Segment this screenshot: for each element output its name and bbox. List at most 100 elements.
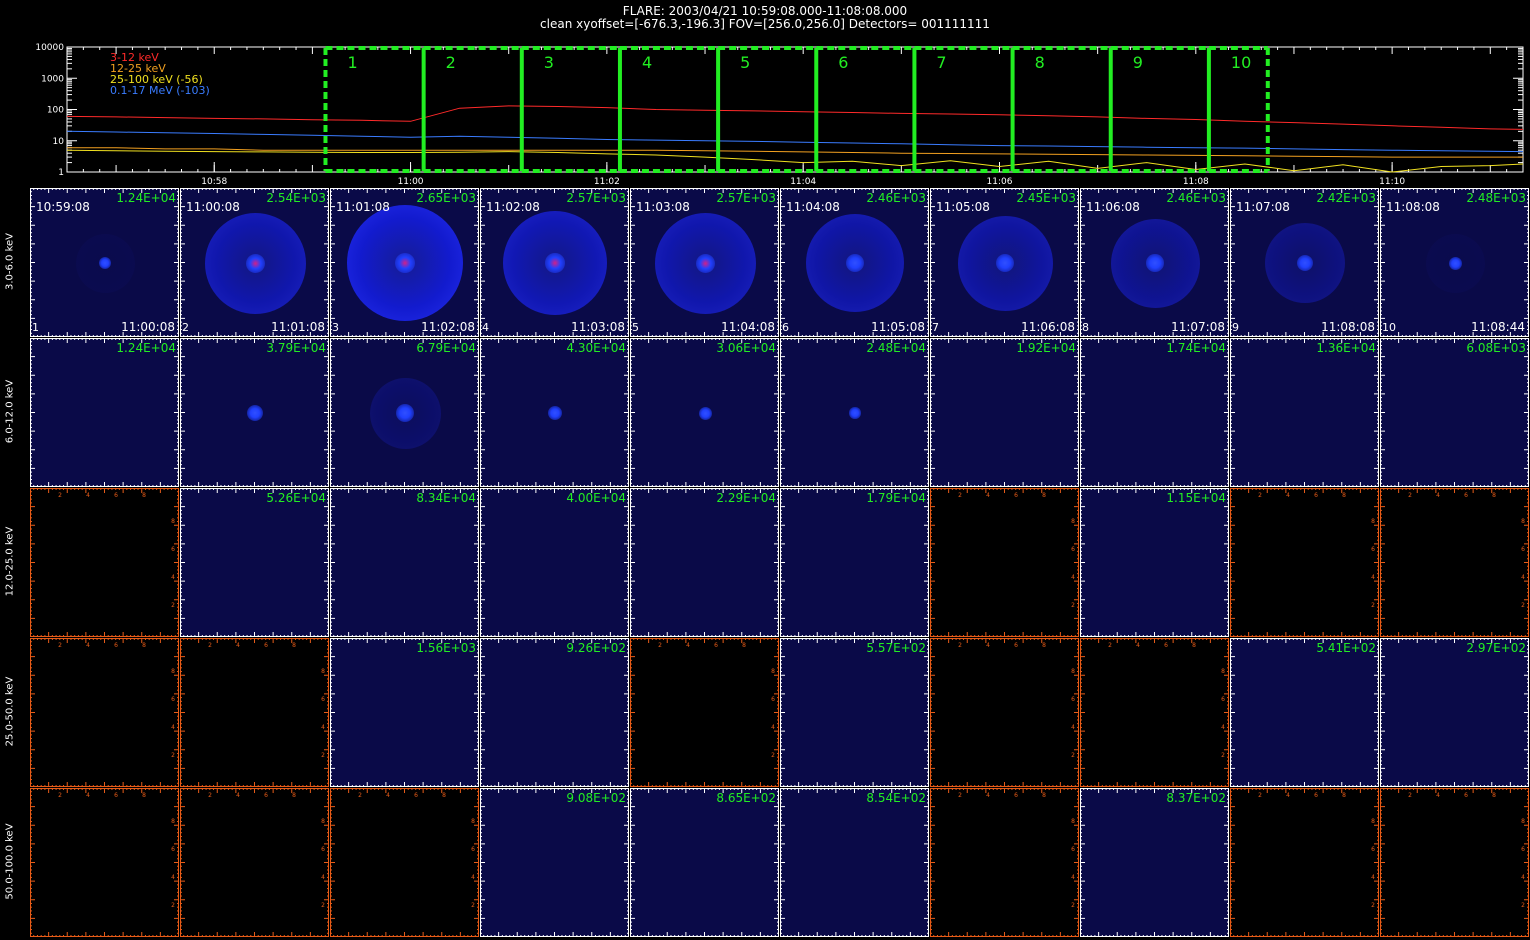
peak-flux: 1.92E+04	[1016, 341, 1076, 355]
image-panel: 2.65E+03 11:01:08 11:02:08 3	[330, 188, 479, 337]
panel-axes	[930, 338, 1079, 487]
energy-band-label: 25.0-50.0 keV	[4, 676, 16, 747]
y-tick-label: 10000	[35, 43, 64, 53]
interval-end-time: 11:07:08	[1171, 320, 1225, 334]
series-line-0	[66, 105, 1524, 130]
panel-tick-label: 8	[1042, 492, 1046, 499]
peak-flux: 2.57E+03	[566, 191, 626, 205]
interval-label: 8	[1035, 53, 1045, 72]
panel-border	[930, 488, 1079, 637]
panel-border	[30, 338, 179, 487]
panel-axes	[1230, 338, 1379, 487]
image-panel: 2.54E+03 11:00:08 11:01:08 2	[180, 188, 329, 337]
panel-border	[180, 338, 329, 487]
panel-border	[480, 338, 629, 487]
interval-label: 4	[642, 53, 652, 72]
interval-start-time: 11:03:08	[636, 200, 690, 214]
interval-start-time: 11:00:08	[186, 200, 240, 214]
peak-flux: 2.46E+03	[866, 191, 926, 205]
panel-index: 2	[182, 321, 189, 334]
y-tick-label: 10	[53, 137, 65, 147]
panel-tick-label: 4	[1071, 574, 1075, 581]
image-panel: 22446688	[1230, 488, 1379, 637]
panel-border	[1080, 488, 1229, 637]
energy-band-label: 3.0-6.0 keV	[4, 232, 16, 291]
x-tick-label: 11:06	[987, 177, 1013, 187]
panel-tick-label: 2	[958, 492, 962, 499]
panel-tick-label: 2	[1071, 602, 1075, 609]
lightcurve-frame	[66, 46, 1524, 173]
peak-flux: 2.57E+03	[716, 191, 776, 205]
panel-border	[1230, 338, 1379, 487]
peak-flux: 2.48E+04	[866, 341, 926, 355]
image-panel: 4.30E+04	[480, 338, 629, 487]
image-panel: 1.74E+04	[1080, 338, 1229, 487]
x-tick-label: 11:00	[398, 177, 424, 187]
panel-index: 3	[332, 321, 339, 334]
panel-axes	[480, 338, 629, 487]
panel-tick-label: 4	[86, 492, 90, 499]
interval-label: 2	[446, 53, 456, 72]
panel-border	[1380, 338, 1529, 487]
panel-axes: 22446688	[1230, 488, 1379, 637]
panel-border	[180, 488, 329, 637]
panel-axes	[330, 488, 479, 637]
interval-end-time: 11:05:08	[871, 320, 925, 334]
image-panel: 22446688	[930, 488, 1079, 637]
image-panel: 3.06E+04	[630, 338, 779, 487]
peak-flux: 1.36E+04	[1316, 341, 1376, 355]
y-tick-label: 100	[47, 106, 64, 116]
panel-border	[630, 488, 779, 637]
lightcurve-plot: 10000 1000 100 10 1 10:58 11:00 11:02 11:04 11:06…	[35, 43, 1524, 187]
interval-end-time: 11:00:08	[121, 320, 175, 334]
series-line-2	[66, 149, 1524, 173]
interval-label: 9	[1133, 53, 1143, 72]
image-panel: 1.15E+04	[1080, 488, 1229, 637]
panel-border	[1080, 338, 1229, 487]
image-panel: 2.46E+03 11:04:08 11:05:08 6	[780, 188, 929, 337]
peak-flux: 2.65E+03	[416, 191, 476, 205]
image-panel: 2.57E+03 11:02:08 11:03:08 4	[480, 188, 629, 337]
peak-flux: 3.06E+04	[716, 341, 776, 355]
panel-axes	[480, 488, 629, 637]
image-panel: 2.42E+03 11:07:08 11:08:08 9	[1230, 188, 1379, 337]
panel-axes: 22446688	[930, 488, 1079, 637]
peak-flux: 2.46E+03	[1166, 191, 1226, 205]
interval-end-time: 11:01:08	[271, 320, 325, 334]
panel-border	[930, 338, 1079, 487]
peak-flux: 4.00E+04	[566, 491, 626, 505]
peak-flux: 1.74E+04	[1166, 341, 1226, 355]
panel-tick-label: 6	[171, 546, 175, 553]
image-panel: 1.36E+04	[1230, 338, 1379, 487]
interval-end-time: 11:03:08	[571, 320, 625, 334]
panel-index: 6	[782, 321, 789, 334]
interval-start-time: 11:07:08	[1236, 200, 1290, 214]
energy-band-label: 50.0-100.0 keV	[4, 823, 16, 900]
peak-flux: 1.24E+04	[116, 341, 176, 355]
interval-label: 1	[347, 53, 357, 72]
interval-end-time: 11:02:08	[421, 320, 475, 334]
peak-flux: 2.29E+04	[716, 491, 776, 505]
image-panel: 6.79E+04	[330, 338, 479, 487]
image-panel: 3.79E+04	[180, 338, 329, 487]
panel-axes	[1080, 488, 1229, 637]
panel-tick-label: 8	[142, 492, 146, 499]
panel-border	[1230, 488, 1379, 637]
image-panel: 2.45E+03 11:05:08 11:06:08 7	[930, 188, 1079, 337]
peak-flux: 1.15E+04	[1166, 491, 1226, 505]
x-tick-label: 11:04	[790, 177, 816, 187]
panel-tick-label: 6	[1014, 492, 1018, 499]
panel-index: 9	[1232, 321, 1239, 334]
interval-start-time: 11:01:08	[336, 200, 390, 214]
panel-axes	[780, 488, 929, 637]
image-panel: 8.34E+04	[330, 488, 479, 637]
panel-index: 1	[32, 321, 39, 334]
energy-band-label: 12.0-25.0 keV	[4, 526, 16, 597]
interval-start-time: 11:06:08	[1086, 200, 1140, 214]
interval-label: 10	[1231, 53, 1251, 72]
panel-tick-label: 8	[1071, 518, 1075, 525]
interval-start-time: 10:59:08	[36, 200, 90, 214]
series-line-3	[66, 130, 1524, 153]
interval-label: 6	[838, 53, 848, 72]
panel-axes	[180, 488, 329, 637]
